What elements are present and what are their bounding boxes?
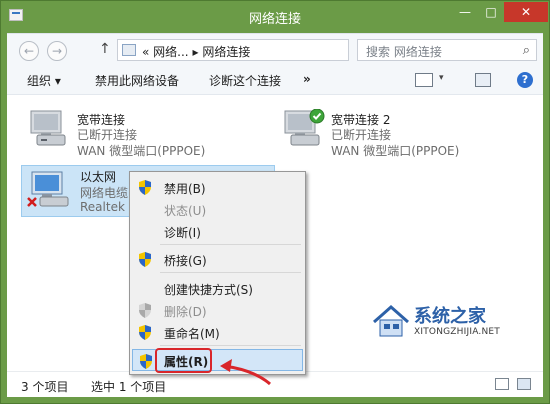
item-count: 3 个项目 bbox=[21, 380, 69, 394]
connection-status: 网络电缆 bbox=[80, 186, 129, 200]
breadcrumb-separator-icon[interactable]: ▸ bbox=[192, 45, 198, 59]
breadcrumb: « 网络... ▸ 网络连接 bbox=[142, 43, 250, 60]
close-button[interactable]: ✕ bbox=[504, 2, 548, 22]
connection-device: WAN 微型端口(PPPOE) bbox=[331, 144, 460, 158]
menu-item-bridge[interactable]: 桥接(G) bbox=[132, 248, 303, 270]
address-bar[interactable]: « 网络... ▸ 网络连接 ▾ ↻ bbox=[117, 39, 447, 61]
search-input[interactable]: 搜索 网络连接 ⌕ bbox=[357, 39, 537, 61]
menu-separator bbox=[160, 272, 301, 273]
connection-status: 已断开连接 bbox=[331, 128, 392, 142]
menu-item-label: 重命名(M) bbox=[164, 327, 220, 341]
broadband-connection-default-icon bbox=[284, 109, 325, 146]
uac-shield-icon bbox=[139, 325, 151, 340]
menu-item-status[interactable]: 状态(U) bbox=[132, 198, 303, 220]
menu-item-diagnose[interactable]: 诊断(I) bbox=[132, 220, 303, 242]
menu-item-label: 状态(U) bbox=[164, 204, 207, 218]
connection-device: Realtek bbox=[80, 200, 125, 214]
ethernet-icon bbox=[27, 171, 69, 207]
house-logo-icon bbox=[373, 304, 409, 337]
address-overflow[interactable]: « bbox=[142, 45, 149, 59]
disable-device-button[interactable]: 禁用此网络设备 bbox=[95, 72, 179, 89]
list-item[interactable]: 宽带连接 已断开连接 WAN 微型端口(PPPOE) bbox=[25, 109, 265, 159]
menu-item-disable[interactable]: 禁用(B) bbox=[132, 176, 303, 198]
context-menu: 禁用(B) 状态(U) 诊断(I) 桥接(G) 创建快捷方式(S) 删除(D) … bbox=[129, 171, 306, 375]
help-icon[interactable]: ? bbox=[517, 72, 533, 88]
navigation-bar: ← → ↑ « 网络... ▸ 网络连接 ▾ ↻ 搜索 网络连接 ⌕ bbox=[7, 33, 543, 65]
breadcrumb-item-network[interactable]: 网络... bbox=[153, 45, 188, 59]
view-options-icon[interactable] bbox=[415, 73, 433, 87]
forward-arrow-icon[interactable]: → bbox=[47, 41, 67, 61]
watermark-title: 系统之家 bbox=[414, 306, 486, 327]
command-bar: 组织 ▾ 禁用此网络设备 诊断这个连接 » ▾ ? bbox=[7, 65, 543, 95]
preview-pane-icon[interactable] bbox=[475, 73, 491, 87]
connection-device: WAN 微型端口(PPPOE) bbox=[77, 144, 206, 158]
large-icons-view-icon[interactable] bbox=[517, 378, 531, 390]
menu-item-label: 诊断(I) bbox=[164, 226, 201, 240]
menu-item-rename[interactable]: 重命名(M) bbox=[132, 321, 303, 343]
view-dropdown-icon[interactable]: ▾ bbox=[439, 73, 444, 83]
back-arrow-icon[interactable]: ← bbox=[19, 41, 39, 61]
uac-shield-icon bbox=[139, 252, 151, 267]
breadcrumb-item-connections[interactable]: 网络连接 bbox=[202, 45, 250, 59]
highlight-box bbox=[155, 348, 212, 373]
menu-separator bbox=[160, 244, 301, 245]
details-view-icon[interactable] bbox=[495, 378, 509, 390]
menu-item-delete[interactable]: 删除(D) bbox=[132, 299, 303, 321]
menu-item-label: 删除(D) bbox=[164, 305, 207, 319]
search-icon[interactable]: ⌕ bbox=[523, 43, 530, 58]
menu-item-label: 桥接(G) bbox=[164, 254, 207, 268]
connection-name: 以太网 bbox=[80, 170, 117, 184]
connection-status: 已断开连接 bbox=[77, 128, 138, 142]
selected-count: 选中 1 个项目 bbox=[91, 380, 167, 394]
control-panel-icon bbox=[122, 44, 136, 56]
organize-button[interactable]: 组织 ▾ bbox=[27, 72, 61, 89]
minimize-button[interactable]: — bbox=[452, 2, 478, 22]
red-arrow-icon bbox=[220, 359, 271, 386]
more-commands-button[interactable]: » bbox=[303, 72, 311, 86]
maximize-button[interactable]: □ bbox=[478, 2, 504, 22]
watermark: 系统之家 XITONGZHIJIA.NET bbox=[370, 300, 530, 346]
menu-item-label: 创建快捷方式(S) bbox=[164, 283, 253, 297]
search-placeholder: 搜索 网络连接 bbox=[366, 45, 442, 59]
broadband-connection-icon bbox=[30, 110, 66, 146]
diagnose-button[interactable]: 诊断这个连接 bbox=[209, 72, 281, 89]
title-bar[interactable]: 网络连接 — □ ✕ bbox=[1, 1, 549, 33]
watermark-url: XITONGZHIJIA.NET bbox=[414, 327, 500, 337]
uac-shield-disabled-icon bbox=[139, 303, 151, 318]
menu-item-label: 禁用(B) bbox=[164, 182, 206, 196]
uac-shield-icon bbox=[139, 180, 151, 195]
up-arrow-icon[interactable]: ↑ bbox=[99, 41, 111, 57]
list-item[interactable]: 宽带连接 2 已断开连接 WAN 微型端口(PPPOE) bbox=[279, 109, 519, 159]
menu-item-create-shortcut[interactable]: 创建快捷方式(S) bbox=[132, 277, 303, 299]
uac-shield-icon bbox=[140, 354, 152, 369]
menu-separator bbox=[160, 345, 301, 346]
